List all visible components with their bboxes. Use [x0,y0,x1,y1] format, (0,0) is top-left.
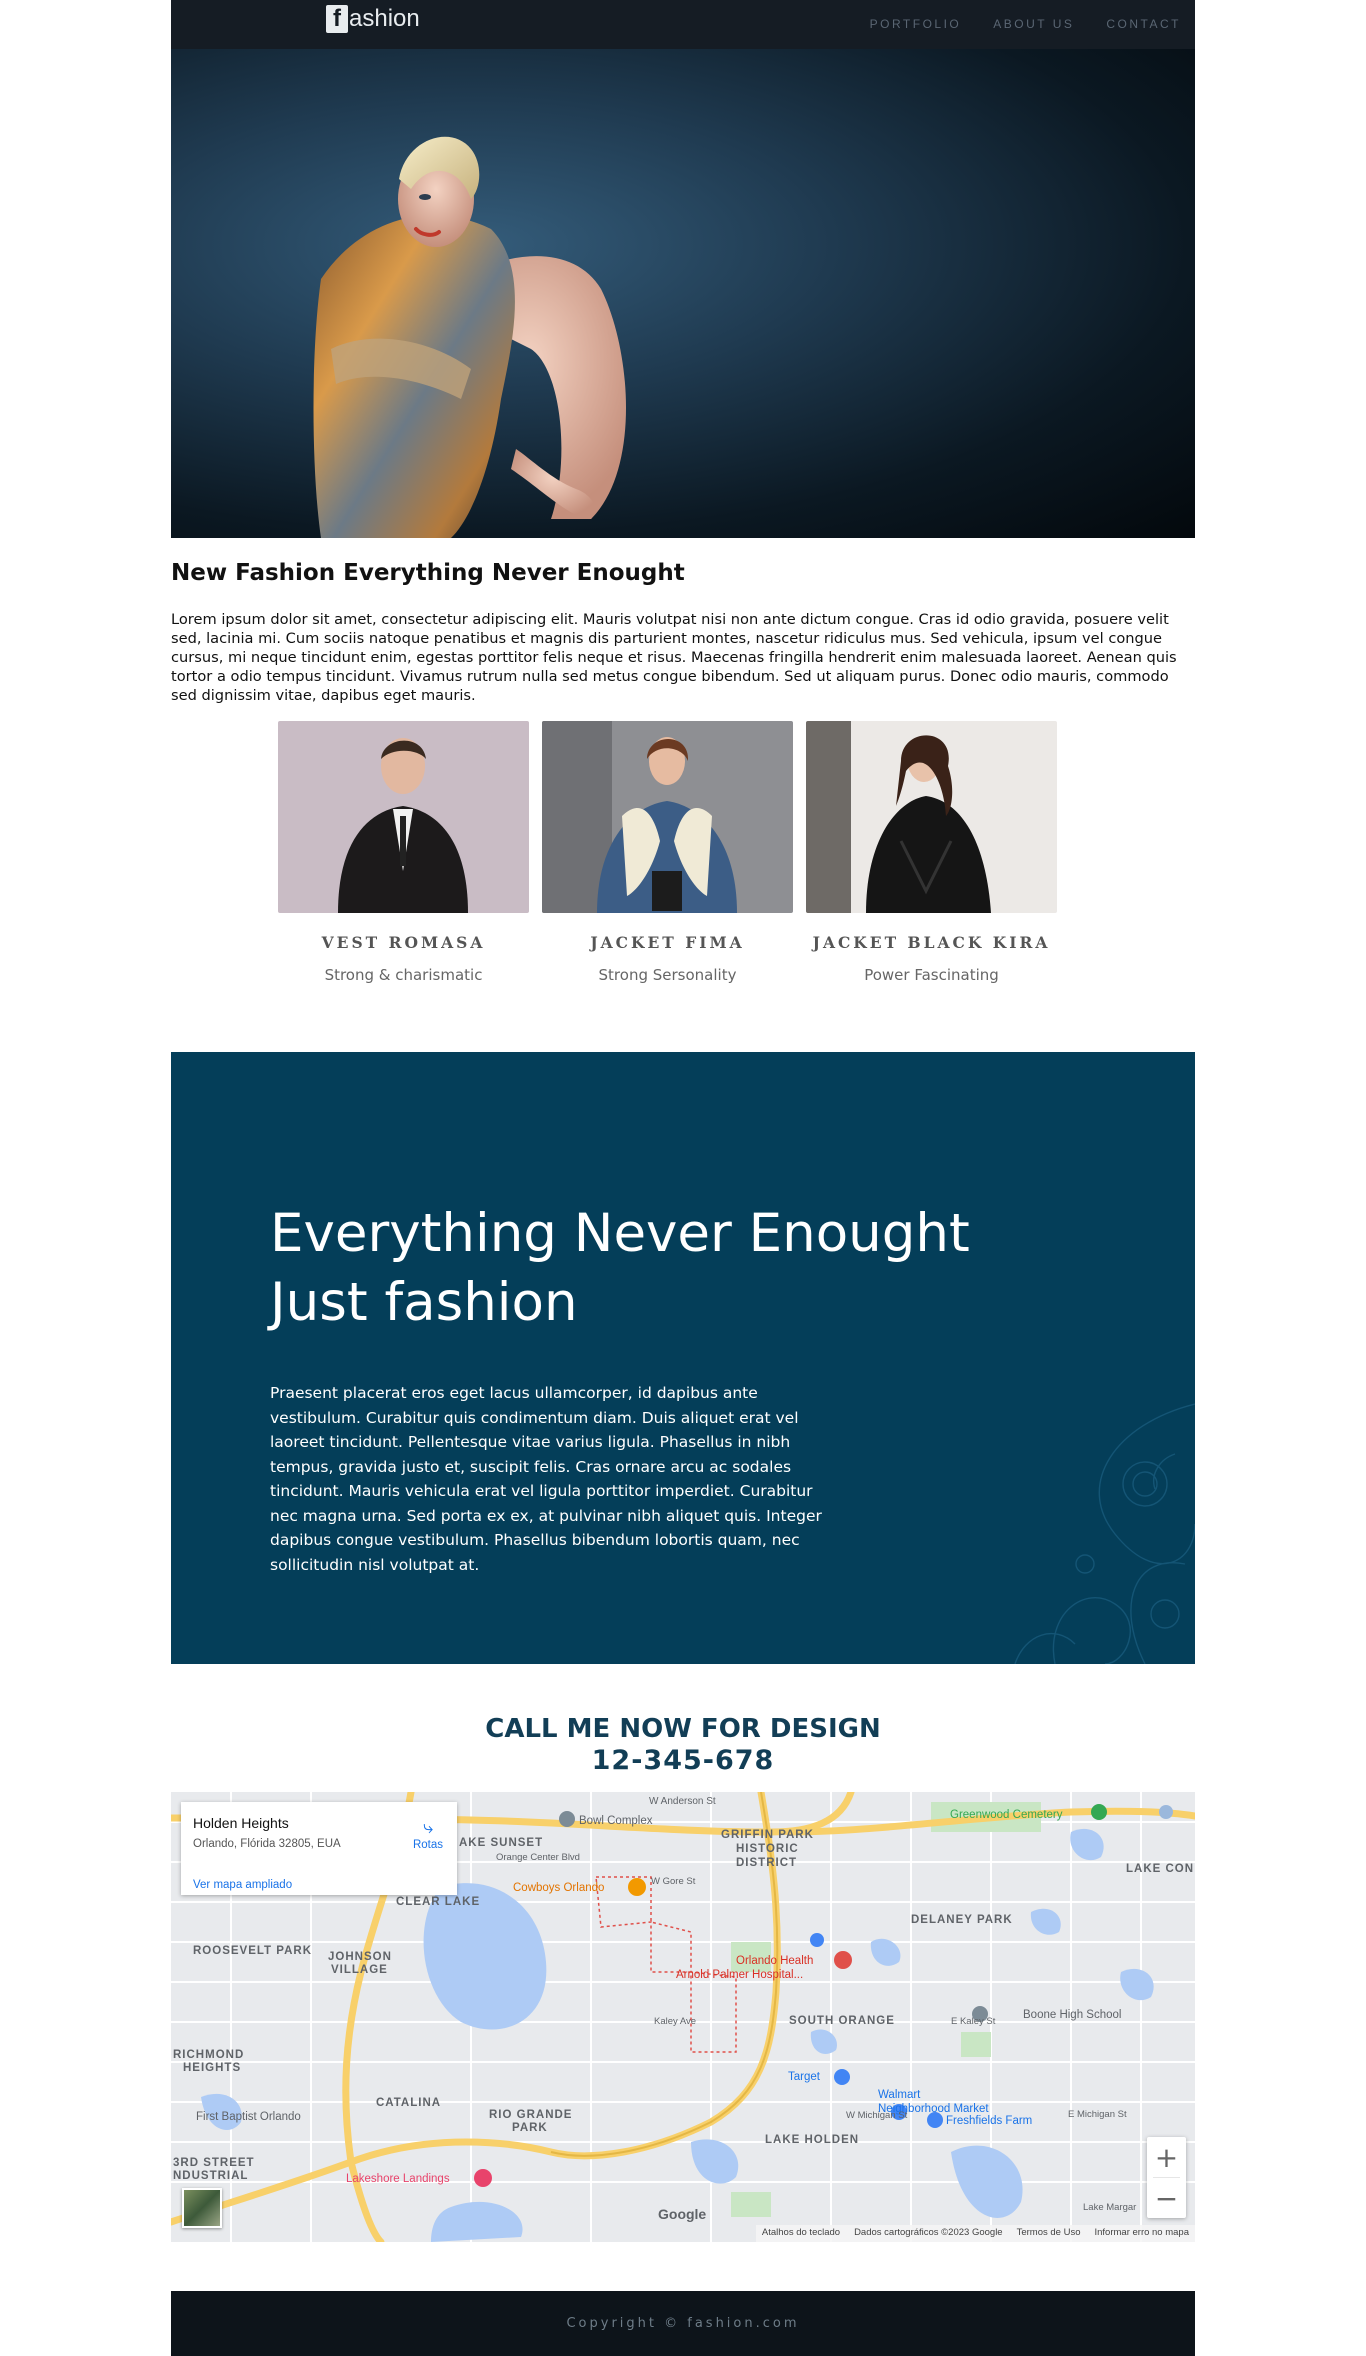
map-label: PARK [512,2122,548,2134]
zoom-out-button[interactable]: − [1147,2178,1186,2218]
logo-letter: f [326,5,348,33]
map-label: Orlando Health [736,1955,813,1967]
map-label: JOHNSON [328,1951,392,1963]
feature-heading-line1: Everything Never Enought [270,1203,970,1264]
map-label: GRIFFIN PARK [721,1829,814,1841]
product-photo[interactable] [806,721,1057,913]
intro-paragraph: Lorem ipsum dolor sit amet, consectetur … [171,611,1177,704]
hero-image [171,49,1195,538]
map-label: Walmart [878,2089,921,2101]
copyright-text: Copyright © fashion.com [566,2316,800,2331]
map-label: Freshfields Farm [946,2115,1032,2127]
site-footer: Copyright © fashion.com [171,2291,1195,2356]
nav-about-us[interactable]: ABOUT US [993,17,1074,31]
zoom-in-button[interactable]: + [1147,2137,1186,2177]
feature-heading: Everything Never Enought Just fashion [270,1199,970,1337]
map-label: SOUTH ORANGE [789,2015,895,2027]
feature-section: Everything Never Enought Just fashion Pr… [171,1052,1195,1664]
map-label: Lake Margar [1083,2202,1136,2213]
nav-portfolio[interactable]: PORTFOLIO [870,17,962,31]
map-label: 3RD STREET [173,2157,255,2169]
map-label: ROOSEVELT PARK [193,1945,312,1957]
product-card[interactable]: JACKET BLACK KIRA Power Fascinating [806,721,1057,984]
map-label: W Michigan St [846,2110,908,2121]
map-label: NDUSTRIAL [173,2170,248,2182]
larger-map-link[interactable]: Ver mapa ampliado [193,1879,292,1891]
top-navbar: f ashion PORTFOLIO ABOUT US CONTACT [171,0,1195,49]
call-heading: CALL ME NOW FOR DESIGN [485,1714,881,1744]
map-data-text: Dados cartográficos ©2023 Google [854,2227,1003,2238]
map-label: CATALINA [376,2097,441,2109]
nav-contact[interactable]: CONTACT [1106,17,1181,31]
product-grid: VEST ROMASA Strong & charismatic JACKET … [278,721,1057,984]
map-label: VILLAGE [331,1964,388,1976]
map-label: Lakeshore Landings [346,2173,450,2185]
satellite-toggle[interactable] [182,2188,222,2228]
map-place-address: Orlando, Flórida 32805, EUA [193,1838,341,1850]
keyboard-shortcuts-link[interactable]: Atalhos do teclado [762,2227,840,2240]
feature-paragraph: Praesent placerat eros eget lacus ullamc… [270,1384,822,1574]
map-label: Target [788,2071,821,2083]
call-to-action: CALL ME NOW FOR DESIGN 12-345-678 [171,1713,1195,1777]
directions-button[interactable]: ⤷ Rotas [411,1818,445,1851]
product-photo[interactable] [278,721,529,913]
map-label: Cowboys Orlando [513,1882,604,1894]
intro-heading: New Fashion Everything Never Enought [171,560,685,586]
product-card[interactable]: JACKET FIMA Strong Sersonality [542,721,793,984]
map-label: LAKE CON [1126,1863,1194,1875]
map-place-name: Holden Heights [193,1815,289,1831]
map-label: Kaley Ave [654,2016,696,2027]
site-logo[interactable]: f ashion [326,5,420,33]
main-nav: PORTFOLIO ABOUT US CONTACT [870,17,1181,31]
product-photo[interactable] [542,721,793,913]
map-label: Bowl Complex [579,1815,653,1827]
map-label: DELANEY PARK [911,1914,1013,1926]
map-label: W Anderson St [649,1796,716,1807]
map-label: W Gore St [651,1876,696,1887]
report-error-link[interactable]: Informar erro no mapa [1094,2227,1189,2240]
map-label: LAKE HOLDEN [765,2134,859,2146]
google-logo: Google [658,2206,707,2222]
map-label: DISTRICT [736,1857,797,1869]
logo-text: ashion [349,5,420,32]
embedded-map[interactable]: Bowl Complex W Anderson St AKE SUNSET Or… [171,1792,1195,2242]
map-label: RICHMOND [173,2049,244,2061]
map-label: Boone High School [1023,2009,1121,2021]
terms-link[interactable]: Termos de Uso [1017,2227,1081,2240]
directions-label: Rotas [412,1839,444,1851]
product-card[interactable]: VEST ROMASA Strong & charismatic [278,721,529,984]
map-label: Greenwood Cemetery [950,1809,1063,1821]
feature-heading-line2: Just fashion [270,1272,578,1333]
product-name: VEST ROMASA [321,933,486,952]
map-attribution: Atalhos do teclado Dados cartográficos ©… [755,2225,1195,2242]
product-description: Power Fascinating [864,966,999,984]
map-label: HISTORIC [736,1843,799,1855]
hero-model-illustration [313,136,626,538]
call-phone[interactable]: 12-345-678 [171,1745,1195,1777]
map-place-card: Holden Heights Orlando, Flórida 32805, E… [181,1802,457,1895]
product-name: JACKET BLACK KIRA [812,933,1051,952]
map-label: Orange Center Blvd [496,1852,580,1863]
map-label: HEIGHTS [183,2062,241,2074]
directions-icon: ⤷ [422,1817,434,1837]
map-label: AKE SUNSET [459,1837,543,1849]
map-label: E Michigan St [1068,2109,1127,2120]
map-label: First Baptist Orlando [196,2111,301,2123]
product-description: Strong Sersonality [598,966,737,984]
paisley-ornament [1014,1403,1195,1664]
product-description: Strong & charismatic [324,966,483,984]
map-label: CLEAR LAKE [396,1896,480,1908]
map-label: E Kaley St [951,2016,996,2027]
product-name: JACKET FIMA [590,933,745,952]
map-label: Arnold Palmer Hospital... [676,1969,803,1981]
map-label: RIO GRANDE [489,2109,572,2121]
map-zoom-control: + − [1147,2137,1186,2218]
